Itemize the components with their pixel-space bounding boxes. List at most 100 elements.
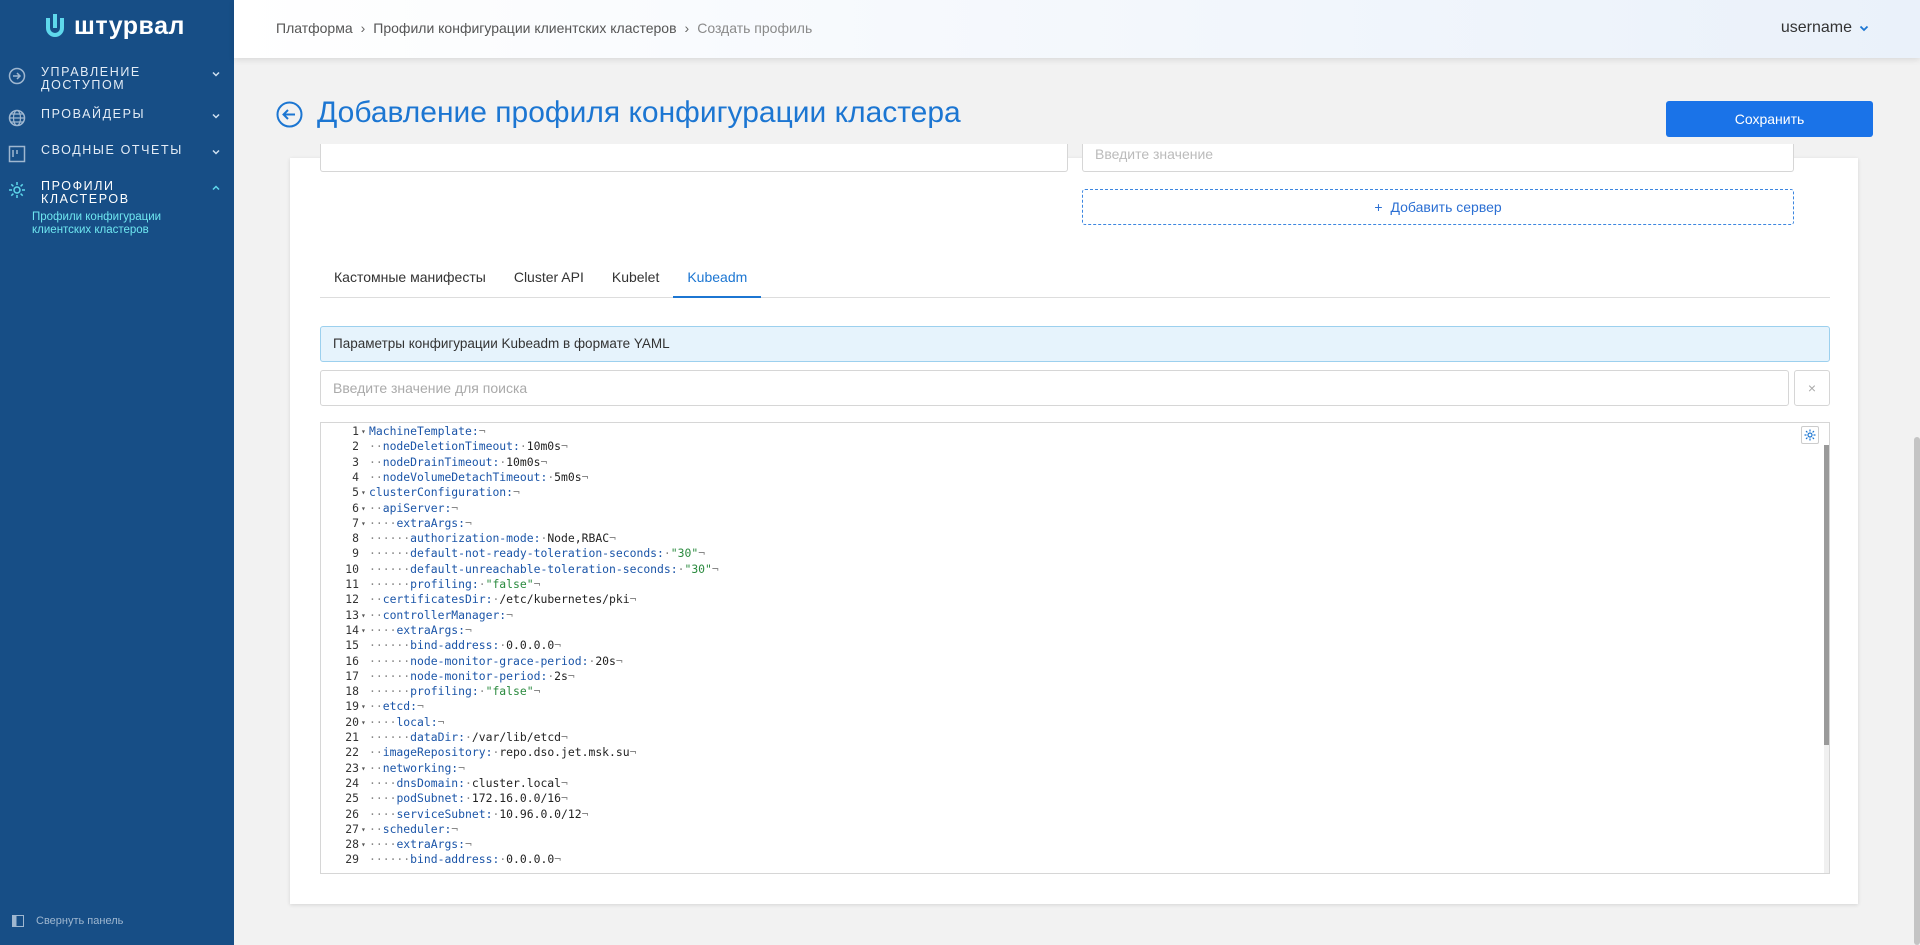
code-line: ··imageRepository:·repo.dso.jet.msk.su¬ (369, 745, 637, 760)
code-line: MachineTemplate:¬ (369, 424, 486, 438)
yaml-editor[interactable]: 1 ▾ MachineTemplate:¬ 2 ··nodeDeletionTimeou… (320, 422, 1830, 874)
save-button[interactable]: Сохранить (1666, 101, 1873, 137)
search-input[interactable] (320, 370, 1789, 406)
line-number: 2 (352, 439, 359, 454)
fold-toggle-icon[interactable]: ▾ (361, 516, 369, 531)
gear-icon (1804, 429, 1816, 441)
code-line: ······authorization-mode:·Node,RBAC¬ (369, 531, 616, 546)
line-number: 8 (352, 531, 359, 546)
breadcrumb-separator-icon: › (360, 20, 366, 36)
gear-icon (9, 182, 25, 198)
sidebar-item-label: Провайдеры (41, 107, 146, 121)
line-number: 27 (345, 821, 359, 836)
chevron-down-icon (212, 149, 220, 155)
brand-name: штурвал (74, 12, 185, 40)
editor-scrollbar[interactable] (1824, 445, 1829, 745)
config-tabs: Кастомные манифесты Cluster API Kubelet … (320, 262, 1830, 298)
code-line: ······node-monitor-period:·2s¬ (369, 668, 575, 683)
server-input[interactable]: Введите значение (1082, 144, 1794, 172)
breadcrumb-current: Создать профиль (697, 20, 813, 36)
line-number: 10 (345, 561, 359, 576)
tab-kubelet[interactable]: Kubelet (598, 262, 673, 298)
line-number: 14 (345, 622, 359, 637)
code-line: ······bind-address:·0.0.0.0¬ (369, 638, 562, 653)
code-line: ····podSubnet:·172.16.0.0/16¬ (369, 791, 568, 806)
code-line: ····extraArgs:¬ (369, 515, 472, 530)
code-line: ····extraArgs:¬ (369, 837, 472, 852)
sidebar-item-reports[interactable]: Сводные отчеты (0, 144, 234, 163)
code-line: ··networking:¬ (369, 760, 466, 775)
chevron-up-icon (212, 185, 220, 191)
sidebar-subitem-client-cluster-profiles[interactable]: Профили конфигурации клиентских кластеро… (32, 211, 222, 237)
code-line: ······default-unreachable-toleration-sec… (369, 561, 719, 576)
breadcrumb-separator-icon: › (684, 20, 690, 36)
collapse-panel-label: Свернуть панель (36, 915, 124, 927)
fold-toggle-icon[interactable]: ▾ (361, 501, 369, 516)
line-number: 5 (352, 485, 359, 500)
user-menu[interactable]: username (1781, 19, 1870, 37)
fold-toggle-icon[interactable]: ▾ (361, 699, 369, 714)
code-line: ······bind-address:·0.0.0.0¬ (369, 852, 562, 867)
code-line: ··certificatesDir:·/etc/kubernetes/pki¬ (369, 592, 637, 607)
sidebar-item-access[interactable]: Управление доступом (0, 66, 234, 92)
line-number: 9 (352, 546, 359, 561)
logo-icon (46, 13, 64, 37)
fold-toggle-icon[interactable]: ▾ (361, 485, 369, 500)
code-line: ··scheduler:¬ (369, 821, 459, 836)
code-line: clusterConfiguration:¬ (369, 485, 520, 500)
code-line: ······dataDir:·/var/lib/etcd¬ (369, 730, 568, 744)
fold-toggle-icon[interactable]: ▾ (361, 761, 369, 776)
sidebar-item-providers[interactable]: Провайдеры (0, 108, 234, 127)
code-line: ······default-not-ready-toleration-secon… (369, 546, 706, 561)
breadcrumb-item[interactable]: Платформа (276, 20, 353, 36)
code-line: ····extraArgs:¬ (369, 622, 472, 637)
login-icon (8, 67, 26, 85)
line-number: 26 (345, 806, 359, 821)
fold-toggle-icon[interactable]: ▾ (361, 822, 369, 837)
server-input-placeholder: Введите значение (1095, 146, 1214, 162)
form-card: Введите значение + Добавить сервер Касто… (290, 144, 1858, 904)
sidebar-item-cluster-profiles[interactable]: Профили кластеров (0, 180, 234, 206)
sidebar: штурвал Управление доступом Провайдеры С… (0, 0, 234, 945)
fold-toggle-icon[interactable]: ▾ (361, 837, 369, 852)
brand-logo[interactable]: штурвал (44, 12, 185, 41)
page-scrollbar[interactable] (1914, 437, 1920, 945)
line-number: 29 (345, 852, 359, 867)
tab-kubeadm[interactable]: Kubeadm (673, 262, 762, 298)
chevron-down-icon (1859, 25, 1869, 32)
back-arrow-icon[interactable] (276, 101, 303, 128)
code-line: ······profiling:·"false"¬ (369, 684, 541, 699)
code-line: ····serviceSubnet:·10.96.0.0/12¬ (369, 806, 589, 821)
code-line: ······profiling:·"false"¬ (369, 577, 541, 591)
line-number: 24 (345, 775, 359, 790)
code-line: ····dnsDomain:·cluster.local¬ (369, 775, 568, 790)
panel-icon (12, 915, 24, 927)
tab-custom-manifests[interactable]: Кастомные манифесты (320, 262, 500, 298)
line-number: 20 (345, 714, 359, 729)
code-line: ··controllerManager:¬ (369, 607, 514, 622)
fold-toggle-icon[interactable]: ▾ (361, 424, 369, 439)
editor-settings-button[interactable] (1801, 426, 1819, 444)
add-server-button[interactable]: + Добавить сервер (1082, 189, 1794, 225)
clear-search-button[interactable]: × (1794, 370, 1830, 406)
code-line: ··nodeDeletionTimeout:·10m0s¬ (369, 439, 568, 454)
fold-toggle-icon[interactable]: ▾ (361, 608, 369, 623)
info-banner: Параметры конфигурации Kubeadm в формате… (320, 326, 1830, 362)
tab-cluster-api[interactable]: Cluster API (500, 262, 598, 298)
fold-toggle-icon[interactable]: ▾ (361, 715, 369, 730)
line-number: 6 (352, 500, 359, 515)
line-number: 23 (345, 760, 359, 775)
breadcrumb-item[interactable]: Профили конфигурации клиентских кластеро… (373, 20, 676, 36)
line-number: 25 (345, 791, 359, 806)
code-line: ··etcd:¬ (369, 699, 424, 714)
fold-toggle-icon[interactable]: ▾ (361, 623, 369, 638)
cut-off-field[interactable] (320, 144, 1068, 172)
collapse-panel-button[interactable]: Свернуть панель (12, 915, 123, 927)
board-icon (8, 145, 26, 163)
line-number: 17 (345, 668, 359, 683)
breadcrumb: Платформа › Профили конфигурации клиентс… (276, 20, 812, 36)
plus-icon: + (1374, 199, 1383, 215)
code-line: ··nodeVolumeDetachTimeout:·5m0s¬ (369, 469, 589, 484)
line-number: 13 (345, 607, 359, 622)
line-number: 28 (345, 837, 359, 852)
